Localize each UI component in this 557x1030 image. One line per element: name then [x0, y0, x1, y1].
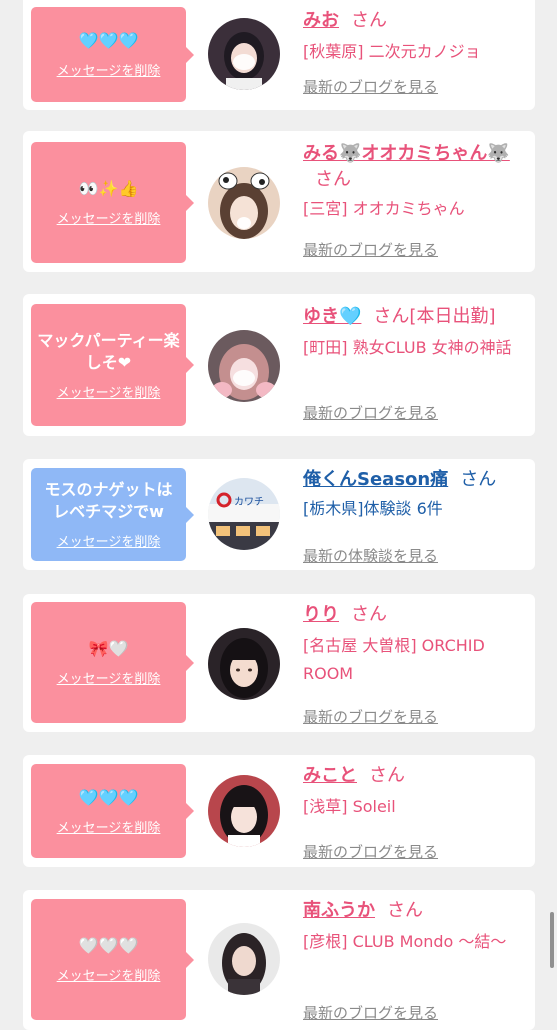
scrollbar-thumb[interactable] [550, 912, 554, 968]
avatar[interactable] [208, 167, 280, 239]
sender-info: ゆき🩵 さん[本日出勤] [町田] 熟女CLUB 女神の神話 最新のブログを見る [303, 304, 528, 422]
avatar[interactable] [208, 628, 280, 700]
bubble-arrow [186, 194, 194, 211]
shop-info: [彦根] CLUB Mondo 〜結〜 [303, 932, 507, 951]
san-suffix: さん [315, 169, 351, 190]
sender-name[interactable]: みお [303, 10, 339, 31]
sender-name[interactable]: 南ふうか [303, 900, 375, 921]
message-bubble: 👀✨👍 メッセージを削除 [31, 142, 194, 263]
delete-message-button[interactable]: メッセージを削除 [57, 668, 161, 687]
san-suffix: さん [351, 604, 387, 625]
avatar[interactable] [208, 775, 280, 847]
san-suffix: さん [387, 900, 423, 921]
bubble-arrow [186, 46, 194, 63]
latest-review-link[interactable]: 最新の体験談を見る [303, 545, 438, 566]
message-text: 🤍🤍🤍 [78, 936, 139, 955]
shop-info: [浅草] Soleil [303, 797, 396, 816]
message-card: 🎀🤍 メッセージを削除 りり さん [名古屋 大曽根] ORCHID ROOM 最… [23, 594, 535, 732]
message-card: 🤍🤍🤍 メッセージを削除 南ふうか さん [彦根] CLUB Mondo 〜結〜 … [23, 890, 535, 1030]
latest-blog-link[interactable]: 最新のブログを見る [303, 402, 438, 423]
sender-info: みこと さん [浅草] Soleil 最新のブログを見る [303, 763, 528, 861]
shop-info: [栃木県]体験談 6件 [303, 499, 443, 518]
latest-blog-link[interactable]: 最新のブログを見る [303, 239, 438, 260]
san-suffix: さん [460, 469, 497, 490]
latest-blog-link[interactable]: 最新のブログを見る [303, 706, 438, 727]
sender-info: みお さん [秋葉原] 二次元カノジョ 最新のブログを見る [303, 8, 528, 96]
latest-blog-link[interactable]: 最新のブログを見る [303, 841, 438, 862]
message-card: 🩵🩵🩵 メッセージを削除 みお さん [秋葉原] 二次元カノジョ 最新のブログを見… [23, 0, 535, 110]
sender-name[interactable]: 俺くんSeason痛 [303, 469, 448, 490]
message-text: 🩵🩵🩵 [78, 787, 139, 807]
message-text: 🎀🤍 [88, 639, 129, 658]
sender-name[interactable]: みる🐺オオカミちゃん🐺 [303, 143, 510, 164]
message-card: マックパーティー楽しそ❤ メッセージを削除 ゆき🩵 さん[本日出勤] [町田] 熟… [23, 294, 535, 436]
work-status: [本日出勤] [409, 306, 496, 327]
message-text: 🩵🩵🩵 [78, 31, 139, 50]
sender-name[interactable]: ゆき🩵 [303, 306, 361, 327]
bubble-arrow [186, 506, 194, 523]
message-bubble: 🩵🩵🩵 メッセージを削除 [31, 7, 194, 102]
avatar[interactable] [208, 923, 280, 995]
delete-message-button[interactable]: メッセージを削除 [57, 531, 161, 550]
shop-info: [町田] 熟女CLUB 女神の神話 [303, 338, 512, 357]
sender-info: 俺くんSeason痛 さん [栃木県]体験談 6件 最新の体験談を見る [303, 467, 528, 565]
sender-info: りり さん [名古屋 大曽根] ORCHID ROOM 最新のブログを見る [303, 602, 528, 726]
delete-message-button[interactable]: メッセージを削除 [57, 817, 161, 836]
latest-blog-link[interactable]: 最新のブログを見る [303, 1002, 438, 1023]
shop-info: [秋葉原] 二次元カノジョ [303, 42, 481, 61]
bubble-arrow [186, 803, 194, 819]
message-card: モスのナゲットはレベチマジでw メッセージを削除 カワチ 俺くんSeason痛さ… [23, 459, 535, 570]
delete-message-button[interactable]: メッセージを削除 [57, 965, 161, 984]
sender-info: みる🐺オオカミちゃん🐺 さん [三宮] オオカミちゃん 最新のブログを見る [303, 141, 528, 259]
message-text: 👀✨👍 [78, 179, 139, 198]
bubble-arrow [186, 654, 194, 671]
shop-info: [名古屋 大曽根] ORCHID ROOM [303, 636, 485, 683]
delete-message-button[interactable]: メッセージを削除 [57, 60, 161, 79]
avatar[interactable] [208, 330, 280, 402]
message-bubble: モスのナゲットはレベチマジでw メッセージを削除 [31, 468, 194, 561]
message-text: モスのナゲットはレベチマジでw [44, 480, 173, 521]
message-bubble: 🎀🤍 メッセージを削除 [31, 602, 194, 723]
avatar[interactable]: カワチ [208, 478, 280, 550]
delete-message-button[interactable]: メッセージを削除 [57, 382, 161, 401]
message-card: 🩵🩵🩵 メッセージを削除 みこと さん [浅草] Soleil 最新のブログを見る [23, 755, 535, 867]
delete-message-button[interactable]: メッセージを削除 [57, 208, 161, 227]
latest-blog-link[interactable]: 最新のブログを見る [303, 76, 438, 97]
avatar[interactable] [208, 18, 280, 90]
message-bubble: 🤍🤍🤍 メッセージを削除 [31, 899, 194, 1020]
sender-name[interactable]: みこと [303, 765, 357, 786]
san-suffix: さん [369, 765, 405, 786]
message-bubble: マックパーティー楽しそ❤ メッセージを削除 [31, 304, 194, 426]
message-bubble: 🩵🩵🩵 メッセージを削除 [31, 764, 194, 858]
bubble-arrow [186, 951, 194, 968]
shop-info: [三宮] オオカミちゃん [303, 199, 465, 218]
message-card: 👀✨👍 メッセージを削除 みる🐺オオカミちゃん🐺 さん [三宮] オオカミちゃん … [23, 131, 535, 272]
san-suffix: さん [351, 10, 387, 31]
san-suffix: さん [373, 306, 410, 327]
store-logo-text: カワチ [234, 496, 264, 508]
bubble-arrow [186, 357, 194, 373]
sender-name[interactable]: りり [303, 604, 339, 625]
sender-info: 南ふうか さん [彦根] CLUB Mondo 〜結〜 最新のブログを見る [303, 898, 528, 1022]
message-text: マックパーティー楽しそ❤ [37, 330, 180, 372]
